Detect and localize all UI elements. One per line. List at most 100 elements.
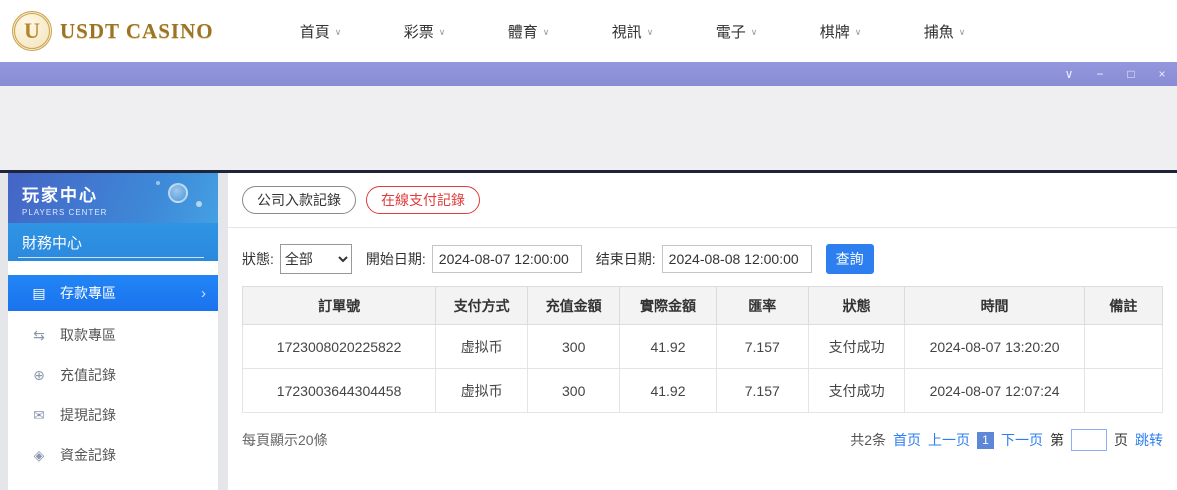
- nav-item-boardgames[interactable]: 棋牌 ∨: [789, 21, 893, 42]
- sidebar-item-deposit[interactable]: ▤ 存款專區 ›: [8, 275, 218, 311]
- start-date-label: 開始日期:: [366, 249, 426, 269]
- sidebar: 玩家中心 PLAYERS CENTER 財務中心 ▤ 存款專區 › ⇆ 取款專區…: [8, 173, 218, 490]
- nav-label: 體育: [508, 21, 538, 42]
- sidebar-item-funds-records[interactable]: ◈ 資金記錄: [8, 435, 218, 475]
- chevron-down-icon: ∨: [335, 27, 342, 38]
- finance-center-section: 財務中心: [8, 223, 218, 261]
- cell-payment-method: 虚拟币: [436, 369, 528, 413]
- funds-record-icon: ◈: [30, 447, 48, 464]
- chevron-down-icon: ∨: [855, 27, 862, 38]
- logo-text: USDT CASINO: [60, 19, 214, 44]
- cell-remark: [1084, 325, 1162, 369]
- cell-payment-method: 虚拟币: [436, 325, 528, 369]
- cell-time: 2024-08-07 12:07:24: [905, 369, 1084, 413]
- cell-recharge-amount: 300: [528, 369, 620, 413]
- search-button[interactable]: 查詢: [826, 244, 874, 274]
- window-title-bar: ∨ − □ ×: [0, 62, 1177, 86]
- chevron-right-icon: ›: [201, 285, 206, 302]
- sidebar-item-label: 資金記錄: [60, 445, 116, 465]
- cell-rate: 7.157: [716, 369, 808, 413]
- withdraw-icon: ⇆: [30, 327, 48, 344]
- tab-company-deposit-records[interactable]: 公司入款記錄: [242, 186, 356, 214]
- minimize-icon[interactable]: −: [1093, 68, 1107, 80]
- end-date-input[interactable]: [662, 245, 812, 273]
- nav-label: 棋牌: [820, 21, 850, 42]
- divider: [228, 227, 1177, 228]
- start-date-input[interactable]: [432, 245, 582, 273]
- prev-page-link[interactable]: 上一页: [928, 430, 970, 450]
- cell-status: 支付成功: [808, 369, 905, 413]
- table-footer: 每頁顯示20條 共2条 首页 上一页 1 下一页 第 页 跳转: [242, 429, 1163, 451]
- sidebar-item-label: 取款專區: [60, 325, 116, 345]
- nav-item-slots[interactable]: 電子 ∨: [685, 21, 789, 42]
- col-order-number: 訂單號: [243, 287, 436, 325]
- sidebar-menu: ▤ 存款專區 › ⇆ 取款專區 ⊕ 充值記錄 ✉ 提現記錄 ◈ 資金記錄: [8, 261, 218, 475]
- decor-dot: [196, 201, 202, 207]
- cell-actual-amount: 41.92: [620, 325, 717, 369]
- ball-icon: [168, 183, 188, 203]
- nav-item-fishing[interactable]: 捕魚 ∨: [893, 21, 997, 42]
- sidebar-item-label: 充值記錄: [60, 365, 116, 385]
- close-icon[interactable]: ×: [1155, 68, 1169, 80]
- cell-actual-amount: 41.92: [620, 369, 717, 413]
- sidebar-item-label: 存款專區: [60, 283, 116, 303]
- sidebar-item-withdrawal-records[interactable]: ✉ 提現記錄: [8, 395, 218, 435]
- current-page-badge: 1: [977, 432, 994, 449]
- withdrawal-record-icon: ✉: [30, 407, 48, 424]
- table-header-row: 訂單號 支付方式 充值金額 實際金額 匯率 狀態 時間 備註: [243, 287, 1163, 325]
- chevron-down-icon: ∨: [439, 27, 446, 38]
- cell-recharge-amount: 300: [528, 325, 620, 369]
- cell-order-number: 1723008020225822: [243, 325, 436, 369]
- deposit-card-icon: ▤: [30, 285, 48, 302]
- chevron-down-icon: ∨: [543, 27, 550, 38]
- cell-order-number: 1723003644304458: [243, 369, 436, 413]
- page-jump-input[interactable]: [1071, 429, 1107, 451]
- main-panel: 公司入款記錄 在線支付記錄 狀態: 全部 開始日期: 结束日期: 查詢 訂單號: [228, 173, 1177, 490]
- tab-online-payment-records[interactable]: 在線支付記錄: [366, 186, 480, 214]
- player-center-subtitle: PLAYERS CENTER: [22, 208, 218, 217]
- main-nav: 首頁 ∨ 彩票 ∨ 體育 ∨ 視訊 ∨ 電子 ∨ 棋牌 ∨ 捕魚 ∨: [269, 21, 997, 42]
- logo[interactable]: U USDT CASINO: [12, 11, 214, 51]
- nav-label: 首頁: [300, 21, 330, 42]
- maximize-icon[interactable]: □: [1124, 68, 1138, 80]
- sidebar-item-withdraw[interactable]: ⇆ 取款專區: [8, 315, 218, 355]
- jump-label-post: 页: [1114, 430, 1128, 450]
- cell-remark: [1084, 369, 1162, 413]
- jump-button[interactable]: 跳转: [1135, 430, 1163, 450]
- nav-label: 電子: [716, 21, 746, 42]
- nav-item-sports[interactable]: 體育 ∨: [477, 21, 581, 42]
- table-row: 1723008020225822 虚拟币 300 41.92 7.157 支付成…: [243, 325, 1163, 369]
- top-header: U USDT CASINO 首頁 ∨ 彩票 ∨ 體育 ∨ 視訊 ∨ 電子 ∨ 棋…: [0, 0, 1177, 62]
- col-time: 時間: [905, 287, 1084, 325]
- player-center-header: 玩家中心 PLAYERS CENTER: [8, 173, 218, 223]
- cell-rate: 7.157: [716, 325, 808, 369]
- logo-icon: U: [12, 11, 52, 51]
- page-background: [0, 86, 1177, 170]
- col-status: 狀態: [808, 287, 905, 325]
- recharge-record-icon: ⊕: [30, 367, 48, 384]
- cell-time: 2024-08-07 13:20:20: [905, 325, 1084, 369]
- status-select[interactable]: 全部: [280, 244, 352, 274]
- nav-item-lottery[interactable]: 彩票 ∨: [373, 21, 477, 42]
- status-label: 狀態:: [242, 249, 274, 269]
- cell-status: 支付成功: [808, 325, 905, 369]
- next-page-link[interactable]: 下一页: [1001, 430, 1043, 450]
- nav-item-live[interactable]: 視訊 ∨: [581, 21, 685, 42]
- col-recharge-amount: 充值金額: [528, 287, 620, 325]
- decor-dot: [156, 181, 160, 185]
- col-remark: 備註: [1084, 287, 1162, 325]
- chevron-down-icon: ∨: [959, 27, 966, 38]
- nav-item-home[interactable]: 首頁 ∨: [269, 21, 373, 42]
- tabs-row: 公司入款記錄 在線支付記錄: [242, 186, 1163, 214]
- content-area: 玩家中心 PLAYERS CENTER 財務中心 ▤ 存款專區 › ⇆ 取款專區…: [0, 173, 1177, 490]
- col-payment-method: 支付方式: [436, 287, 528, 325]
- chevron-down-icon: ∨: [751, 27, 758, 38]
- first-page-link[interactable]: 首页: [893, 430, 921, 450]
- nav-label: 捕魚: [924, 21, 954, 42]
- table-row: 1723003644304458 虚拟币 300 41.92 7.157 支付成…: [243, 369, 1163, 413]
- player-center-title: 玩家中心: [22, 181, 218, 206]
- chevron-down-icon[interactable]: ∨: [1062, 68, 1076, 80]
- sidebar-item-recharge-records[interactable]: ⊕ 充值記錄: [8, 355, 218, 395]
- filter-row: 狀態: 全部 開始日期: 结束日期: 查詢: [242, 244, 1163, 274]
- nav-label: 視訊: [612, 21, 642, 42]
